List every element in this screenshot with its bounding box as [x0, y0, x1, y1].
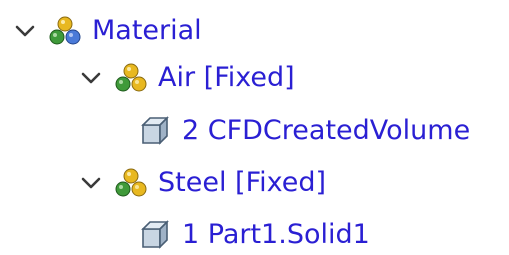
material-assignment-icon: [114, 166, 148, 200]
material-group-icon: [48, 14, 82, 48]
tree-node-label: 2 CFDCreatedVolume: [182, 115, 471, 146]
material-assignment-icon: [114, 61, 148, 95]
chevron-down-icon[interactable]: [80, 172, 102, 194]
tree-node-label: 1 Part1.Solid1: [182, 219, 370, 250]
body-volume-icon: [138, 218, 172, 252]
tree-node-part1-solid1[interactable]: 1 Part1.Solid1: [138, 212, 370, 255]
tree-node-air[interactable]: Air [Fixed]: [80, 55, 295, 101]
chevron-down-icon[interactable]: [80, 67, 102, 89]
tree-node-cfd-created-volume[interactable]: 2 CFDCreatedVolume: [138, 108, 470, 154]
tree-node-label: Material: [92, 15, 202, 46]
tree-node-material[interactable]: Material: [14, 8, 202, 54]
material-tree: Material Air [Fixed] 2 CFDCreatedVolume …: [0, 0, 509, 255]
tree-node-label: Steel [Fixed]: [158, 167, 327, 198]
chevron-down-icon[interactable]: [14, 20, 36, 42]
body-volume-icon: [138, 114, 172, 148]
tree-node-label: Air [Fixed]: [158, 62, 295, 93]
tree-node-steel[interactable]: Steel [Fixed]: [80, 160, 326, 206]
